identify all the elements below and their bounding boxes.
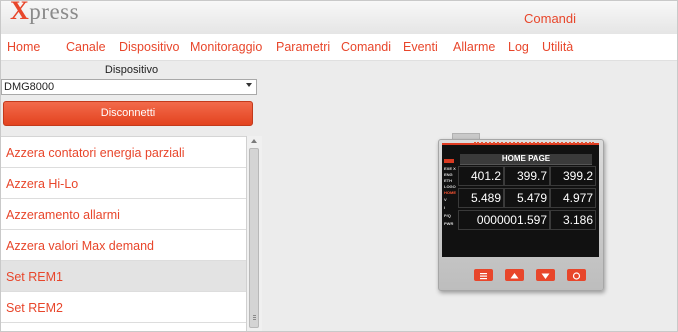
reset-key [567, 269, 586, 281]
side-label: HOME [444, 190, 456, 195]
reading-value: 399.7 [516, 169, 547, 183]
command-item[interactable]: Azzera contatori energia parziali [1, 137, 246, 168]
nav-allarme[interactable]: Allarme [453, 40, 495, 54]
side-label: ETH [444, 178, 452, 183]
reading-value: 401.2 [470, 169, 501, 183]
screen-side-tag [444, 159, 454, 163]
screen-dot-border [474, 142, 594, 146]
arrow-up-icon [510, 273, 519, 279]
reading-value: 4.977 [562, 191, 593, 205]
device-select-value: DMG8000 [4, 81, 55, 93]
nav-dispositivo[interactable]: Dispositivo [119, 40, 179, 54]
main-nav: Home Canale Dispositivo Monitoraggio Par… [1, 34, 677, 61]
side-label: P/Q [444, 213, 451, 218]
command-item[interactable]: Set REM2 [1, 292, 246, 323]
chevron-down-icon [246, 83, 252, 87]
grip-line [253, 315, 256, 316]
side-label: PWR [444, 221, 454, 226]
reading-value: 5.479 [516, 191, 547, 205]
refresh-icon [572, 272, 581, 280]
device-screen: EXE X ENG ETH LOGO HOME V I P/Q PWR HOME… [442, 142, 599, 257]
grip-line [253, 317, 256, 318]
nav-eventi[interactable]: Eventi [403, 40, 438, 54]
nav-canale[interactable]: Canale [66, 40, 106, 54]
reading-value: 399.2 [562, 169, 593, 183]
arrow-down-icon [541, 273, 550, 279]
side-label: LOGO [444, 184, 456, 189]
menu-icon [480, 273, 487, 280]
reading-value: 3.186 [562, 213, 593, 227]
command-item-selected[interactable]: Set REM1 [1, 261, 246, 292]
command-item-label: Set REM1 [6, 270, 63, 284]
command-item-label: Set REM2 [6, 301, 63, 315]
nav-comandi[interactable]: Comandi [341, 40, 391, 54]
device-keypad [439, 260, 605, 290]
command-item-label: Azzera Hi-Lo [6, 177, 79, 191]
reading-cell: 5.479 [504, 188, 550, 208]
nav-log[interactable]: Log [508, 40, 529, 54]
side-label: ENG [444, 172, 453, 177]
xpress-logo: Xpress [10, 0, 80, 25]
command-item-label: Azzera valori Max demand [6, 239, 154, 253]
nav-utilita[interactable]: Utilità [542, 40, 573, 54]
reading-cell: 4.977 [550, 188, 596, 208]
screen-title: HOME PAGE [460, 154, 592, 165]
reading-cell: 401.2 [458, 166, 504, 186]
app-window: Xpress Comandi Home Canale Dispositivo M… [0, 0, 678, 332]
reading-cell: 0000001.597 [458, 210, 550, 230]
reading-value: 0000001.597 [476, 213, 547, 227]
device-select[interactable]: DMG8000 [1, 79, 257, 95]
command-item-label: Azzera contatori energia parziali [6, 146, 185, 160]
scrollbar-thumb[interactable] [249, 148, 259, 328]
nav-home[interactable]: Home [7, 40, 40, 54]
down-key [536, 269, 555, 281]
reading-cell: 399.2 [550, 166, 596, 186]
nav-parametri[interactable]: Parametri [276, 40, 330, 54]
up-key [505, 269, 524, 281]
reading-value: 5.489 [470, 191, 501, 205]
reading-cell: 5.489 [458, 188, 504, 208]
command-list-scrollbar[interactable] [246, 136, 262, 331]
nav-monitoraggio[interactable]: Monitoraggio [190, 40, 262, 54]
command-item-label: Azzeramento allarmi [6, 208, 120, 222]
device-body: EXE X ENG ETH LOGO HOME V I P/Q PWR HOME… [438, 139, 604, 291]
header-bar: Xpress Comandi [1, 1, 677, 34]
side-label: V [444, 197, 447, 202]
reading-cell: 3.186 [550, 210, 596, 230]
command-list: Azzera contatori energia parziali Azzera… [1, 136, 246, 331]
side-label: EXE X [444, 166, 456, 171]
command-item[interactable]: Azzera valori Max demand [1, 230, 246, 261]
device-label: Dispositivo [104, 64, 159, 76]
menu-key [474, 269, 493, 281]
device-image: EXE X ENG ETH LOGO HOME V I P/Q PWR HOME… [438, 129, 604, 292]
command-item[interactable]: Azzeramento allarmi [1, 199, 246, 230]
scroll-up-arrow-icon[interactable] [251, 139, 257, 143]
reading-cell: 399.7 [504, 166, 550, 186]
section-title: Comandi [524, 11, 577, 26]
side-label: I [444, 205, 446, 210]
disconnect-button[interactable]: Disconnetti [3, 101, 253, 126]
command-item[interactable]: Azzera Hi-Lo [1, 168, 246, 199]
grip-line [253, 319, 256, 320]
command-panel: Dispositivo DMG8000 Disconnetti Azzera c… [1, 61, 262, 331]
